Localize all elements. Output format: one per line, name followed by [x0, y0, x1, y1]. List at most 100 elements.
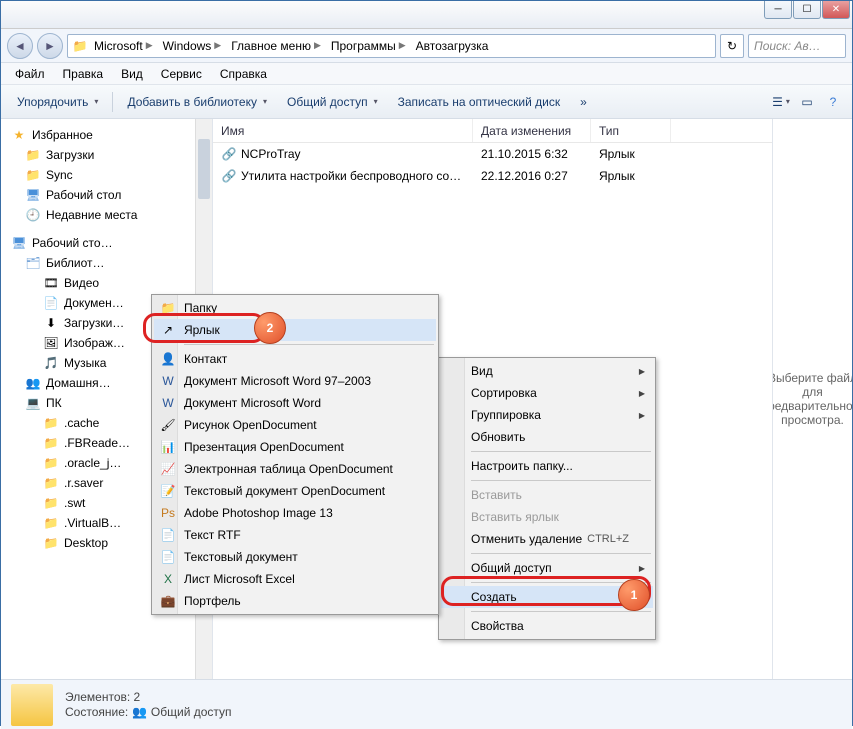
- refresh-button[interactable]: ↻: [720, 34, 744, 58]
- back-button[interactable]: ◄: [7, 33, 33, 59]
- navbar: ◄ ► 📁 Microsoft▶ Windows▶ Главное меню▶ …: [1, 29, 852, 63]
- context-customize[interactable]: Настроить папку...: [441, 455, 653, 477]
- column-type[interactable]: Тип: [591, 119, 671, 142]
- context-separator: [471, 553, 651, 554]
- sidebar-item-label: Desktop: [64, 536, 108, 550]
- context-label: Документ Microsoft Word: [184, 396, 321, 410]
- context-refresh[interactable]: Обновить: [441, 426, 653, 448]
- new-contact[interactable]: 👤Контакт: [154, 348, 436, 370]
- sidebar-item-sync[interactable]: 📁Sync: [1, 165, 212, 185]
- context-sort[interactable]: Сортировка: [441, 382, 653, 404]
- breadcrumb-item[interactable]: Автозагрузка: [412, 37, 493, 55]
- context-separator: [471, 582, 651, 583]
- new-oddraw[interactable]: 🖌Рисунок OpenDocument: [154, 414, 436, 436]
- breadcrumb-label: Microsoft: [94, 39, 143, 53]
- close-button[interactable]: ✕: [822, 1, 850, 19]
- breadcrumb-label: Windows: [163, 39, 212, 53]
- titlebar: ─ ☐ ✕: [1, 1, 852, 29]
- new-xls[interactable]: XЛист Microsoft Excel: [154, 568, 436, 590]
- help-button[interactable]: ?: [822, 91, 844, 113]
- menu-file[interactable]: Файл: [7, 65, 53, 83]
- chevron-right-icon: ▶: [399, 40, 406, 51]
- context-label: Настроить папку...: [471, 459, 573, 473]
- new-psd[interactable]: PsAdobe Photoshop Image 13: [154, 502, 436, 524]
- file-type: Ярлык: [591, 169, 671, 183]
- context-label: Текстовый документ: [184, 550, 298, 564]
- breadcrumb-item[interactable]: Главное меню▶: [227, 37, 325, 55]
- file-row[interactable]: 🔗Утилита настройки беспроводного сое… 22…: [213, 165, 772, 187]
- address-bar[interactable]: 📁 Microsoft▶ Windows▶ Главное меню▶ Прог…: [67, 34, 716, 58]
- folder-icon: 📁: [25, 147, 41, 163]
- new-folder[interactable]: 📁Папку: [154, 297, 436, 319]
- new-odpres[interactable]: 📊Презентация OpenDocument: [154, 436, 436, 458]
- new-briefcase[interactable]: 💼Портфель: [154, 590, 436, 612]
- context-paste: Вставить: [441, 484, 653, 506]
- add-to-library-button[interactable]: Добавить в библиотеку: [119, 91, 275, 113]
- context-properties[interactable]: Свойства: [441, 615, 653, 637]
- scrollbar-thumb[interactable]: [198, 139, 210, 199]
- breadcrumb-item[interactable]: Windows▶: [159, 37, 226, 55]
- more-button[interactable]: »: [572, 91, 595, 113]
- organize-button[interactable]: Упорядочить: [9, 91, 106, 113]
- context-label: Создать: [471, 590, 517, 604]
- sidebar-item-downloads[interactable]: 📁Загрузки: [1, 145, 212, 165]
- sidebar-item-videos[interactable]: 🎞Видео: [1, 273, 212, 293]
- search-input[interactable]: Поиск: Ав…: [748, 34, 846, 58]
- file-row[interactable]: 🔗NCProTray 21.10.2015 6:32 Ярлык: [213, 143, 772, 165]
- column-name[interactable]: Имя: [213, 119, 473, 142]
- new-shortcut[interactable]: ↗Ярлык: [154, 319, 436, 341]
- sidebar-favorites-head[interactable]: ★Избранное: [1, 125, 212, 145]
- new-rtf[interactable]: 📄Текст RTF: [154, 524, 436, 546]
- photoshop-icon: Ps: [160, 505, 176, 521]
- context-group[interactable]: Группировка: [441, 404, 653, 426]
- share-icon: 👥: [132, 704, 148, 720]
- sidebar-item-label: .oracle_j…: [64, 456, 121, 470]
- item-count: Элементов: 2: [65, 690, 232, 704]
- breadcrumb-item[interactable]: Microsoft▶: [90, 37, 157, 55]
- context-create[interactable]: Создать: [441, 586, 653, 608]
- library-icon: 🗂: [25, 255, 41, 271]
- folder-icon: 📁: [43, 415, 59, 431]
- breadcrumb-label: Главное меню: [231, 39, 311, 53]
- breadcrumb-label: Программы: [331, 39, 396, 53]
- chevron-right-icon: ▶: [314, 40, 321, 51]
- menu-tools[interactable]: Сервис: [153, 65, 210, 83]
- menu-help[interactable]: Справка: [212, 65, 275, 83]
- file-name: Утилита настройки беспроводного сое…: [241, 169, 468, 183]
- maximize-button[interactable]: ☐: [793, 1, 821, 19]
- new-word[interactable]: WДокумент Microsoft Word: [154, 392, 436, 414]
- sidebar-item-recent[interactable]: 🕘Недавние места: [1, 205, 212, 225]
- context-separator: [184, 344, 434, 345]
- context-undo[interactable]: Отменить удалениеCTRL+Z: [441, 528, 653, 550]
- star-icon: ★: [11, 127, 27, 143]
- folder-icon: 📁: [43, 535, 59, 551]
- word-icon: W: [160, 373, 176, 389]
- shortcut-icon: 🔗: [221, 146, 237, 162]
- menu-edit[interactable]: Правка: [55, 65, 112, 83]
- menu-view[interactable]: Вид: [113, 65, 151, 83]
- sidebar-desktop-head[interactable]: 🖥Рабочий сто…: [1, 233, 212, 253]
- context-share[interactable]: Общий доступ: [441, 557, 653, 579]
- burn-button[interactable]: Записать на оптический диск: [390, 91, 569, 113]
- status-state-value: Общий доступ: [151, 705, 232, 719]
- file-type: Ярлык: [591, 147, 671, 161]
- context-hotkey: CTRL+Z: [587, 533, 629, 545]
- breadcrumb-item[interactable]: Программы▶: [327, 37, 410, 55]
- new-word97[interactable]: WДокумент Microsoft Word 97–2003: [154, 370, 436, 392]
- desktop-icon: 🖥: [25, 187, 41, 203]
- new-odsheet[interactable]: 📈Электронная таблица OpenDocument: [154, 458, 436, 480]
- context-paste-shortcut: Вставить ярлык: [441, 506, 653, 528]
- column-date[interactable]: Дата изменения: [473, 119, 591, 142]
- sidebar-item-desktop[interactable]: 🖥Рабочий стол: [1, 185, 212, 205]
- share-button[interactable]: Общий доступ: [279, 91, 386, 113]
- preview-pane-button[interactable]: ▭: [796, 91, 818, 113]
- context-menu-new: 📁Папку ↗Ярлык 👤Контакт WДокумент Microso…: [151, 294, 439, 615]
- context-view[interactable]: Вид: [441, 360, 653, 382]
- context-label: Обновить: [471, 430, 525, 444]
- view-options-button[interactable]: ☰: [770, 91, 792, 113]
- minimize-button[interactable]: ─: [764, 1, 792, 19]
- sidebar-libraries-head[interactable]: 🗂Библиот…: [1, 253, 212, 273]
- new-odtext[interactable]: 📝Текстовый документ OpenDocument: [154, 480, 436, 502]
- forward-button[interactable]: ►: [37, 33, 63, 59]
- new-txt[interactable]: 📄Текстовый документ: [154, 546, 436, 568]
